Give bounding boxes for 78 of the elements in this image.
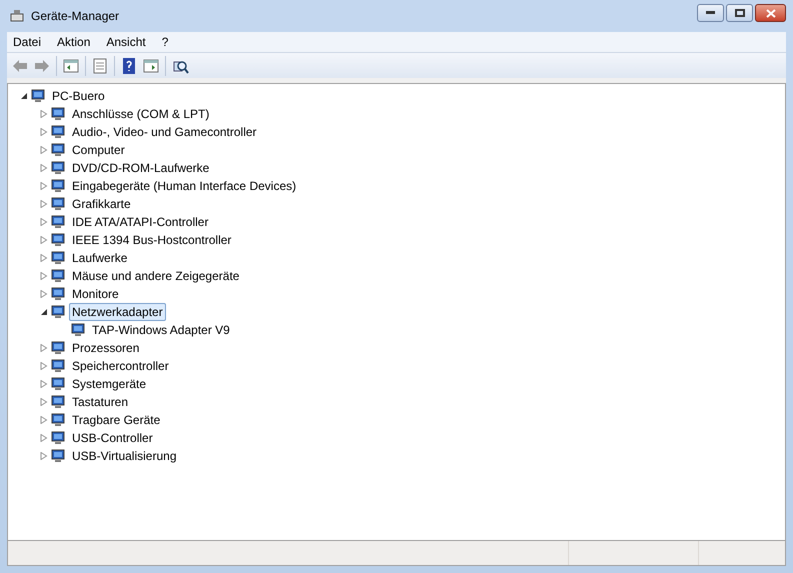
expand-arrow-icon[interactable]	[40, 380, 48, 388]
tree-item[interactable]: IDE ATA/ATAPI-Controller	[69, 213, 212, 231]
tree-item[interactable]: Netzwerkadapter	[69, 303, 166, 321]
tree-item[interactable]: DVD/CD-ROM-Laufwerke	[69, 159, 212, 177]
tree-item[interactable]: Tastaturen	[69, 393, 132, 411]
device-icon	[50, 430, 66, 446]
collapse-arrow-icon[interactable]	[40, 308, 48, 316]
pane-icon	[62, 56, 80, 74]
tree-item[interactable]: Anschlüsse (COM & LPT)	[69, 105, 212, 123]
tree-item[interactable]: Mäuse und andere Zeigegeräte	[69, 267, 242, 285]
tree-item[interactable]: Speichercontroller	[69, 357, 172, 375]
tree-item[interactable]: USB-Virtualisierung	[69, 447, 180, 465]
device-icon	[50, 106, 66, 122]
help-icon	[120, 56, 138, 74]
tree-item[interactable]: Systemgeräte	[69, 375, 150, 393]
expand-arrow-icon[interactable]	[40, 272, 48, 280]
minimize-icon	[706, 11, 715, 15]
device-icon	[50, 142, 66, 158]
device-icon	[50, 286, 66, 302]
tree-item[interactable]: Audio-, Video- und Gamecontroller	[69, 123, 260, 141]
close-icon	[766, 8, 776, 18]
device-icon	[50, 196, 66, 212]
menu-item[interactable]: Aktion	[57, 33, 90, 51]
tree-item[interactable]: Computer	[69, 141, 128, 159]
device-icon	[50, 304, 66, 320]
tree-item[interactable]: Eingabegeräte (Human Interface Devices)	[69, 177, 300, 195]
expand-arrow-icon[interactable]	[40, 290, 48, 298]
tree-item[interactable]: Grafikkarte	[69, 195, 134, 213]
tree-item[interactable]: PC-Buero	[49, 87, 108, 105]
maximize-button[interactable]	[726, 4, 753, 22]
expand-arrow-icon[interactable]	[40, 146, 48, 154]
tree-item[interactable]: IEEE 1394 Bus-Hostcontroller	[69, 231, 234, 249]
expand-arrow-icon[interactable]	[40, 344, 48, 352]
device-icon	[50, 340, 66, 356]
device-icon	[70, 322, 86, 338]
minimize-button[interactable]	[697, 4, 724, 22]
device-icon	[50, 376, 66, 392]
expand-arrow-icon[interactable]	[40, 416, 48, 424]
menu-item[interactable]: Datei	[13, 33, 42, 51]
device-icon	[50, 412, 66, 428]
expand-arrow-icon[interactable]	[40, 434, 48, 442]
expand-arrow-icon[interactable]	[40, 362, 48, 370]
expand-arrow-icon[interactable]	[40, 110, 48, 118]
expand-arrow-icon[interactable]	[40, 452, 48, 460]
tree-item[interactable]: Prozessoren	[69, 339, 142, 357]
tree-item[interactable]: TAP-Windows Adapter V9	[89, 321, 233, 339]
tree-item[interactable]: Tragbare Geräte	[69, 411, 164, 429]
expand-arrow-icon[interactable]	[40, 254, 48, 262]
tree-item[interactable]: USB-Controller	[69, 429, 156, 447]
document-icon	[91, 56, 109, 74]
expand-arrow-icon[interactable]	[40, 128, 48, 136]
computer-icon	[9, 8, 25, 24]
window-title: Geräte-Manager	[31, 8, 120, 25]
expand-arrow-icon[interactable]	[40, 200, 48, 208]
close-button[interactable]	[755, 4, 786, 22]
device-icon	[50, 232, 66, 248]
tree-item[interactable]: Laufwerke	[69, 249, 130, 267]
device-icon	[50, 250, 66, 266]
tree-item[interactable]: Monitore	[69, 285, 122, 303]
maximize-icon	[734, 9, 744, 17]
device-icon	[50, 214, 66, 230]
expand-arrow-icon[interactable]	[40, 164, 48, 172]
device-icon	[50, 268, 66, 284]
pane-icon	[142, 56, 160, 74]
menu-item[interactable]: ?	[162, 33, 168, 51]
menu-item[interactable]: Ansicht	[106, 33, 146, 51]
device-icon	[50, 394, 66, 410]
device-icon	[50, 160, 66, 176]
collapse-arrow-icon[interactable]	[20, 92, 28, 100]
expand-arrow-icon[interactable]	[40, 218, 48, 226]
expand-arrow-icon[interactable]	[40, 182, 48, 190]
device-icon	[50, 178, 66, 194]
device-icon	[50, 124, 66, 140]
device-icon	[30, 88, 46, 104]
device-icon	[50, 448, 66, 464]
expand-arrow-icon[interactable]	[40, 236, 48, 244]
device-icon	[50, 358, 66, 374]
expand-arrow-icon[interactable]	[40, 398, 48, 406]
